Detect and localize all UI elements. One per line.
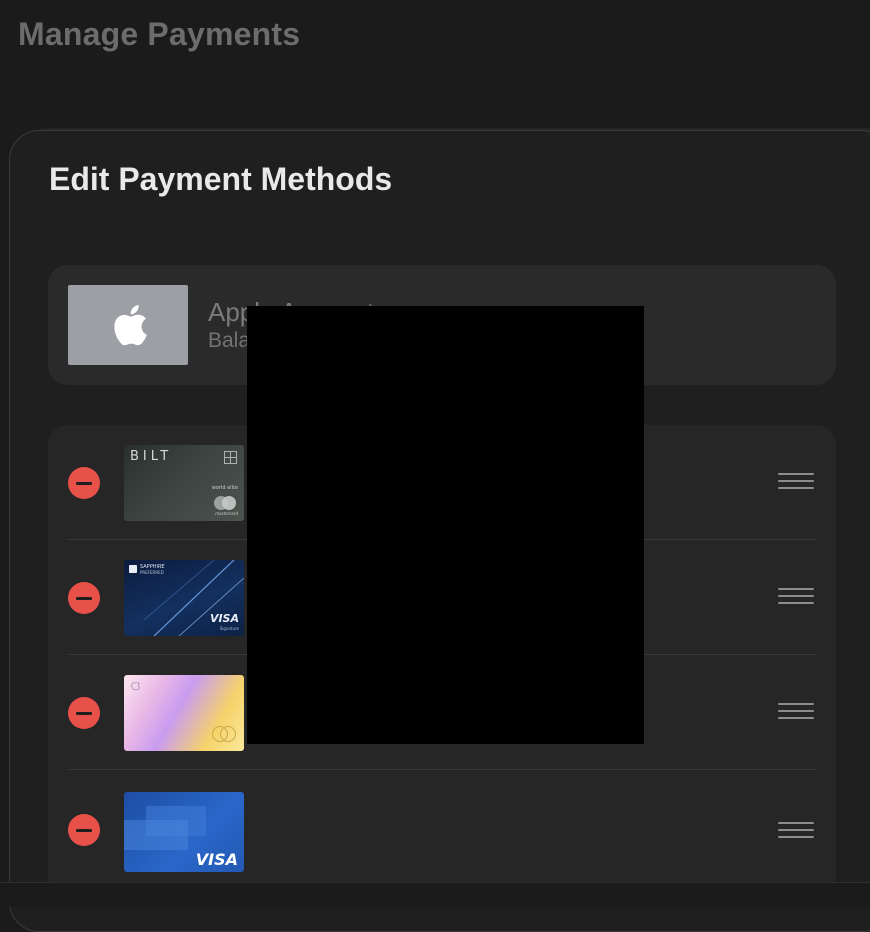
card-brand: BILT [130,449,173,464]
apple-logo-icon [114,305,147,346]
remove-method-button[interactable] [68,467,100,499]
card-thumbnail-apple-card [124,675,244,751]
remove-method-button[interactable] [68,697,100,729]
mastercard-logo-icon [212,726,236,742]
remove-method-button[interactable] [68,814,100,846]
apple-account-thumbnail [68,285,188,365]
payment-method-row[interactable]: VISA [48,770,836,885]
card-thumbnail-bilt: BILT world elite mastercard [124,445,244,521]
remove-method-button[interactable] [68,582,100,614]
sheet-title: Edit Payment Methods [49,161,393,197]
mastercard-logo-icon [214,496,236,510]
bottom-bar [0,882,870,907]
reorder-handle-icon[interactable] [778,588,814,608]
card-thumbnail-visa: VISA [124,792,244,872]
card-chip-icon [224,451,237,464]
reorder-handle-icon[interactable] [778,703,814,723]
card-network-sub: Signature [219,626,239,631]
apple-logo-icon [131,682,140,691]
card-subtitle: world elite [211,485,238,491]
card-network: mastercard [215,511,238,516]
page-title: Manage Payments [18,16,301,52]
reorder-handle-icon[interactable] [778,822,814,842]
card-network: VISA [195,850,238,869]
redacted-area [247,306,644,744]
card-thumbnail-sapphire: SAPPHIRE PREFERRED VISA Signature [124,560,244,636]
chase-logo-icon [129,565,137,573]
card-art-shape [124,820,188,850]
reorder-handle-icon[interactable] [778,473,814,493]
card-network: VISA [209,612,239,625]
card-subtitle: PREFERRED [140,570,164,575]
